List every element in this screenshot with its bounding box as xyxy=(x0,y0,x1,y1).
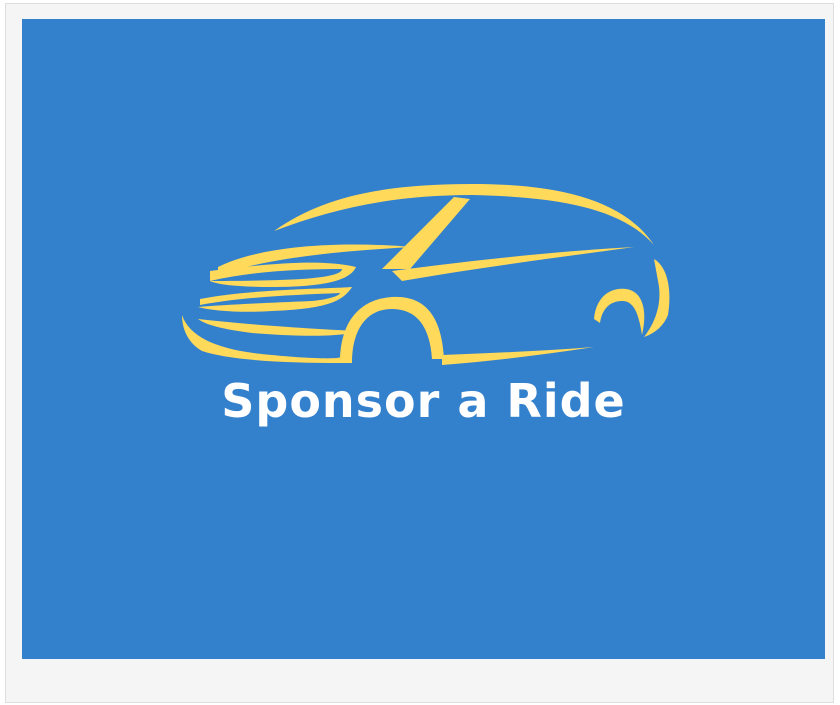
sponsor-banner[interactable]: Sponsor a Ride xyxy=(22,19,825,659)
image-card: Sponsor a Ride xyxy=(5,3,834,703)
banner-title: Sponsor a Ride xyxy=(221,374,626,428)
car-outline-icon xyxy=(182,184,670,365)
